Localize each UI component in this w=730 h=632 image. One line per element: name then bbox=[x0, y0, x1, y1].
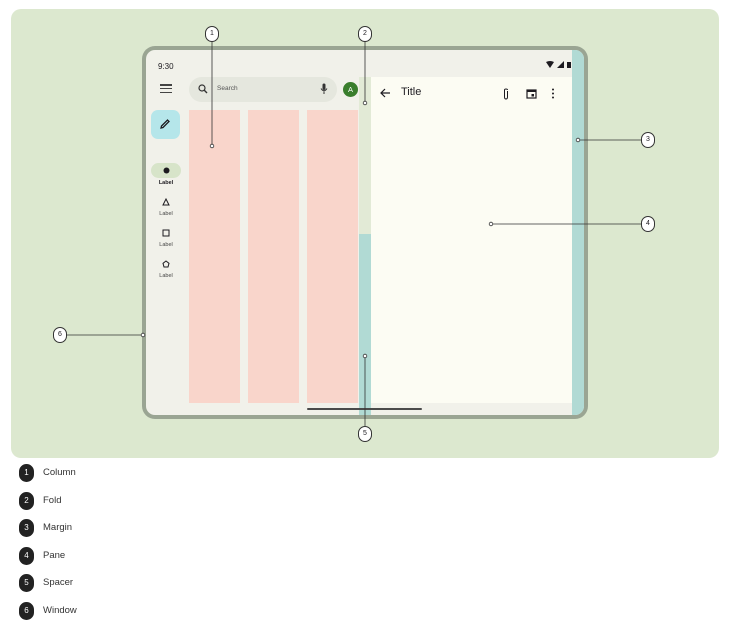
callout-lines bbox=[66, 41, 642, 426]
callout-1: 1 bbox=[205, 26, 219, 42]
callout-2: 2 bbox=[358, 26, 372, 42]
legend-label: Window bbox=[43, 605, 77, 616]
legend-label: Margin bbox=[43, 522, 73, 533]
legend-item: 2 Fold bbox=[19, 492, 219, 510]
callout-5: 5 bbox=[358, 426, 372, 442]
legend-label: Spacer bbox=[43, 577, 74, 588]
legend-item: 3 Margin bbox=[19, 519, 219, 537]
legend-badge: 4 bbox=[19, 547, 34, 565]
legend-item: 6 Window bbox=[19, 602, 219, 620]
callout-3: 3 bbox=[641, 132, 655, 148]
legend-item: 5 Spacer bbox=[19, 574, 219, 592]
callout-4: 4 bbox=[641, 216, 655, 232]
legend-item: 4 Pane bbox=[19, 547, 219, 565]
legend-label: Fold bbox=[43, 495, 62, 506]
legend-badge: 1 bbox=[19, 464, 34, 482]
legend-badge: 3 bbox=[19, 519, 34, 537]
legend-label: Column bbox=[43, 467, 76, 478]
callout-6: 6 bbox=[53, 327, 67, 343]
legend-item: 1 Column bbox=[19, 464, 219, 482]
legend-badge: 5 bbox=[19, 574, 34, 592]
legend-badge: 6 bbox=[19, 602, 34, 620]
legend-label: Pane bbox=[43, 550, 66, 561]
legend-badge: 2 bbox=[19, 492, 34, 510]
